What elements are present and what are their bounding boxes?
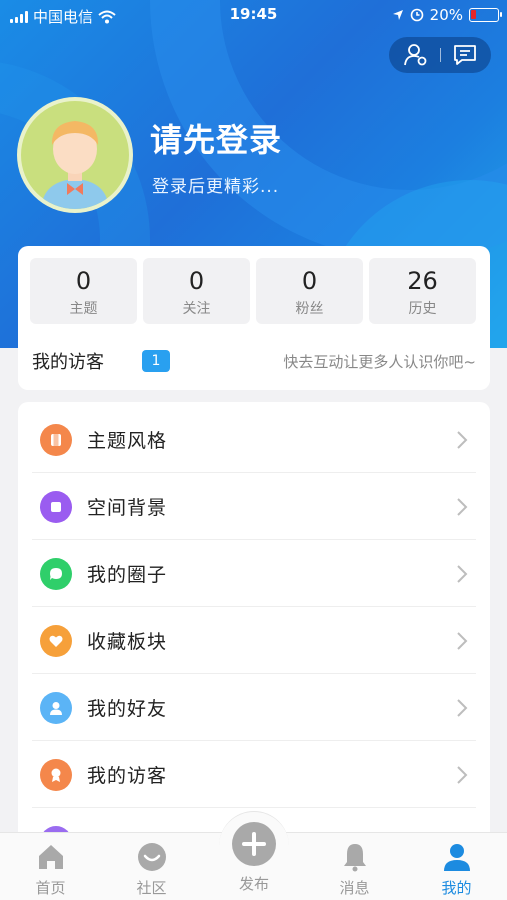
stat-value: 0 [188, 267, 205, 295]
chevron-right-icon [457, 766, 468, 784]
menu-item-label: 我的访客 [87, 765, 168, 787]
location-icon [392, 10, 403, 20]
visitors-hint: 快去互动让更多人认识你吧~ [283, 353, 476, 371]
chevron-right-icon [457, 632, 468, 650]
tab-label: 社区 [136, 879, 167, 897]
tab-profile[interactable]: 我的 [406, 833, 507, 900]
status-bar: 中国电信 19:45 20% [0, 0, 507, 30]
tab-messages[interactable]: 消息 [304, 833, 405, 900]
visitors-label[interactable]: 我的访客 [32, 348, 104, 374]
menu-item-label: 收藏板块 [87, 631, 168, 653]
tab-label: 消息 [339, 879, 370, 897]
stat-history[interactable]: 26 历史 [369, 258, 476, 324]
friend-icon [40, 691, 72, 724]
stat-value: 0 [75, 267, 92, 295]
avatar-illustration-icon [41, 121, 109, 209]
chevron-right-icon [457, 565, 468, 583]
stat-value: 0 [301, 267, 318, 295]
menu-item-my-circles[interactable]: 我的圈子 [18, 540, 490, 607]
chevron-right-icon [457, 699, 468, 717]
user-settings-icon[interactable] [403, 42, 429, 68]
community-icon [138, 843, 166, 871]
avatar[interactable] [17, 97, 133, 213]
stat-label: 历史 [408, 301, 437, 317]
menu-item-my-visitors[interactable]: 我的访客 [18, 741, 490, 808]
background-icon [40, 490, 72, 523]
stat-following[interactable]: 0 关注 [143, 258, 250, 324]
login-title[interactable]: 请先登录 [150, 115, 282, 161]
menu-item-space-background[interactable]: 空间背景 [18, 473, 490, 540]
stat-label: 主题 [69, 301, 98, 317]
battery-percent: 20% [429, 6, 463, 24]
tab-publish-label[interactable]: 发布 [219, 873, 289, 894]
battery-icon [469, 8, 502, 22]
login-subtitle: 登录后更精彩... [152, 177, 280, 197]
circle-chat-icon [40, 557, 72, 590]
tab-label: 首页 [35, 879, 66, 897]
chevron-right-icon [457, 498, 468, 516]
menu-item-label: 我的好友 [87, 698, 168, 720]
actions-divider [439, 48, 441, 62]
stat-topics[interactable]: 0 主题 [30, 258, 137, 324]
home-icon [39, 845, 63, 869]
stats-card: 0 主题 0 关注 0 粉丝 26 历史 我的访客 1 快去互动让更多人认识你吧… [18, 246, 490, 390]
heart-icon [40, 624, 72, 657]
menu-item-label: 我的圈子 [87, 564, 168, 586]
tab-home[interactable]: 首页 [0, 833, 101, 900]
chevron-right-icon [457, 431, 468, 449]
stat-label: 关注 [182, 301, 211, 317]
visitor-icon [40, 758, 72, 791]
menu-item-label: 空间背景 [87, 497, 168, 519]
theme-icon [40, 423, 72, 456]
message-icon[interactable] [452, 42, 478, 68]
profile-icon [444, 844, 470, 871]
menu-item-my-friends[interactable]: 我的好友 [18, 674, 490, 741]
header-actions [389, 37, 491, 73]
alarm-icon [410, 8, 423, 22]
tab-community[interactable]: 社区 [101, 833, 202, 900]
menu-list: 主题风格 空间背景 我的圈子 收藏板块 我的好友 我的访客 [18, 402, 490, 842]
visitors-count-badge: 1 [142, 350, 170, 372]
menu-item-label: 主题风格 [87, 430, 168, 452]
stat-label: 粉丝 [295, 301, 324, 317]
menu-item-favorite-boards[interactable]: 收藏板块 [18, 607, 490, 674]
tab-label: 我的 [441, 879, 472, 897]
bell-icon [344, 844, 366, 872]
stat-followers[interactable]: 0 粉丝 [256, 258, 363, 324]
menu-item-theme-style[interactable]: 主题风格 [18, 406, 490, 473]
stat-value: 26 [407, 267, 438, 295]
plus-icon[interactable] [232, 822, 276, 866]
